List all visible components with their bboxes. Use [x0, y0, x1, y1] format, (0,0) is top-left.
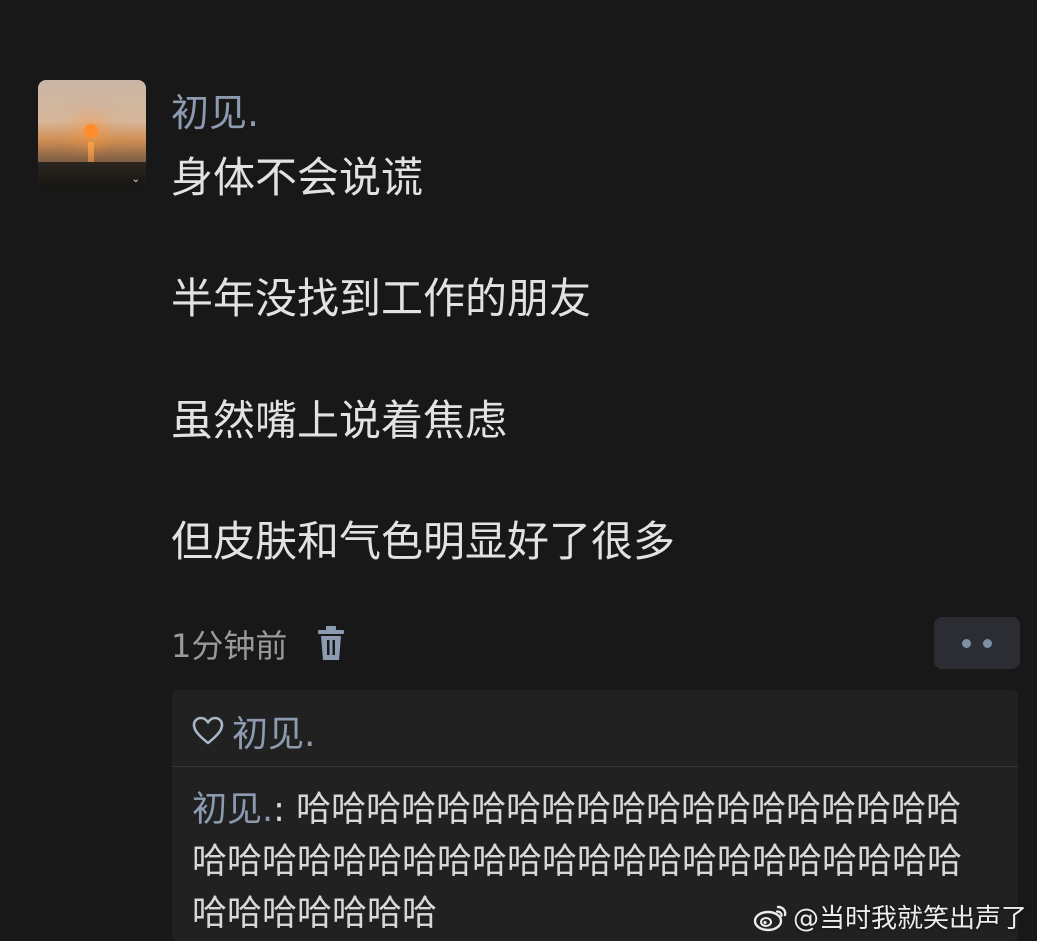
author-avatar[interactable]: ⌄ [38, 80, 146, 188]
weibo-logo-icon [753, 905, 787, 931]
avatar-shore [38, 162, 146, 188]
comment-author[interactable]: 初见. [192, 790, 273, 830]
watermark-text: @当时我就笑出声了 [792, 904, 1027, 934]
heart-outline-icon[interactable] [192, 716, 224, 746]
post-line: 半年没找到工作的朋友 [171, 274, 592, 323]
post-line: 虽然嘴上说着焦虑 [171, 396, 508, 445]
avatar-sun [84, 124, 98, 138]
liked-by-name[interactable]: 初见. [232, 705, 315, 757]
post-meta-row: 1分钟前 [171, 620, 349, 668]
delete-button[interactable] [313, 624, 349, 664]
more-button[interactable] [934, 617, 1020, 669]
post-timestamp: 1分钟前 [171, 627, 288, 665]
chevron-down-icon: ⌄ [131, 174, 140, 185]
comment-separator: : [273, 790, 297, 830]
post-line: 身体不会说谎 [171, 153, 424, 202]
author-name[interactable]: 初见. [171, 88, 259, 138]
more-dots-icon [962, 638, 971, 648]
trash-icon [318, 626, 345, 660]
reply-divider [172, 766, 1018, 767]
source-watermark: @当时我就笑出声了 [753, 898, 1027, 935]
post-line: 但皮肤和气色明显好了很多 [171, 517, 676, 566]
more-dots-icon [983, 638, 992, 648]
likes-row: 初见. [192, 702, 315, 760]
